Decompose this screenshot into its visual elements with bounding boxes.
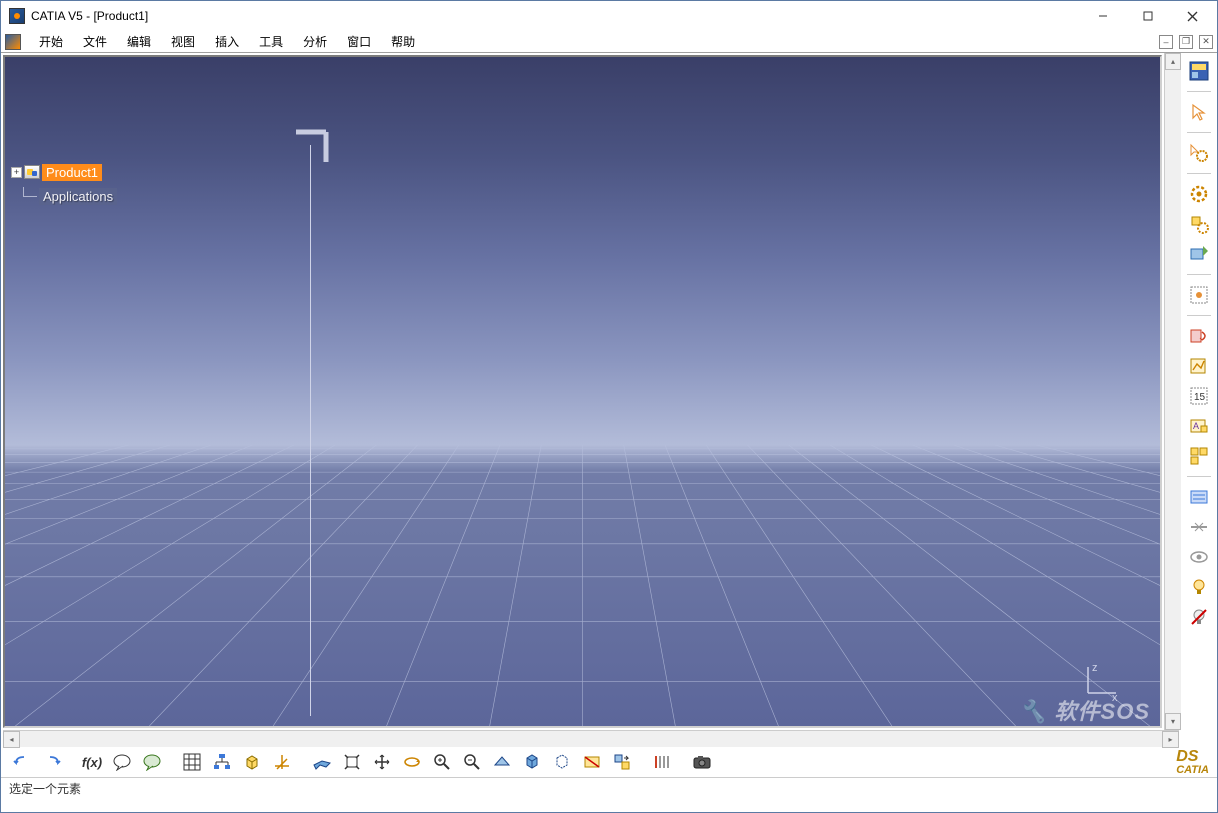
window-title: CATIA V5 - [Product1]	[31, 9, 1080, 23]
tree-expand-button[interactable]: +	[11, 167, 22, 178]
statusbar: 选定一个元素	[1, 777, 1217, 799]
fx-icon[interactable]: f(x)	[79, 750, 105, 774]
scroll-h-track[interactable]	[20, 731, 1162, 747]
menu-window[interactable]: 窗口	[337, 31, 381, 52]
tree-graph-icon[interactable]	[209, 750, 235, 774]
cursor-gear-icon[interactable]	[1187, 141, 1211, 165]
mdi-minimize-button[interactable]: –	[1159, 35, 1173, 49]
tree-child-label[interactable]: Applications	[39, 188, 117, 205]
close-button[interactable]	[1170, 2, 1215, 30]
tree-root-label[interactable]: Product1	[42, 164, 102, 181]
zoom-out-icon[interactable]	[459, 750, 485, 774]
menu-view[interactable]: 视图	[161, 31, 205, 52]
pattern-icon[interactable]	[1187, 444, 1211, 468]
overload-icon[interactable]: A	[1187, 414, 1211, 438]
zoom-in-icon[interactable]	[429, 750, 455, 774]
app-icon	[9, 8, 25, 24]
menu-help[interactable]: 帮助	[381, 31, 425, 52]
right-toolbar: 15 A	[1181, 53, 1217, 747]
graph-icon[interactable]	[1187, 354, 1211, 378]
grid-icon[interactable]	[179, 750, 205, 774]
snapshot-icon[interactable]	[689, 750, 715, 774]
compass-bracket-icon[interactable]	[291, 127, 331, 167]
3d-viewport[interactable]: + Product1 Applications z x	[3, 55, 1162, 728]
status-text: 选定一个元素	[9, 780, 81, 797]
minimize-button[interactable]	[1080, 2, 1125, 30]
floor-grid	[5, 445, 1160, 726]
hide-show-icon[interactable]	[579, 750, 605, 774]
cursor-icon[interactable]	[1187, 100, 1211, 124]
scroll-up-button[interactable]: ▴	[1165, 53, 1181, 70]
menu-edit[interactable]: 编辑	[117, 31, 161, 52]
vertical-guideline	[310, 145, 311, 716]
menu-analyze[interactable]: 分析	[293, 31, 337, 52]
scroll-left-button[interactable]: ◂	[3, 731, 20, 748]
rotate-icon[interactable]	[399, 750, 425, 774]
plane-icon[interactable]	[309, 750, 335, 774]
axis-x-label: x	[1112, 692, 1118, 703]
maximize-button[interactable]	[1125, 2, 1170, 30]
fit-icon[interactable]	[339, 750, 365, 774]
mdi-restore-button[interactable]: ❐	[1179, 35, 1193, 49]
menu-file[interactable]: 文件	[73, 31, 117, 52]
undo-icon[interactable]	[9, 750, 35, 774]
horizontal-scrollbar[interactable]: ◂ ▸	[3, 730, 1179, 747]
axis-icon[interactable]	[269, 750, 295, 774]
scroll-v-track[interactable]	[1165, 70, 1181, 713]
specification-tree[interactable]: + Product1 Applications	[11, 162, 117, 210]
multi-view-icon[interactable]	[519, 750, 545, 774]
svg-text:A: A	[1193, 421, 1199, 431]
assembly-gear-icon[interactable]	[1187, 212, 1211, 236]
close-icon	[1187, 11, 1198, 22]
swap-icon[interactable]	[609, 750, 635, 774]
catia-logo: DS CATIA	[1176, 749, 1209, 776]
lightbulb-off-icon[interactable]	[1187, 605, 1211, 629]
minimize-icon	[1098, 11, 1108, 21]
axis-indicator: z x	[1076, 663, 1120, 706]
pan-icon[interactable]	[369, 750, 395, 774]
lightbulb-icon[interactable]	[1187, 575, 1211, 599]
menu-start[interactable]: 开始	[29, 31, 73, 52]
menu-tools[interactable]: 工具	[249, 31, 293, 52]
axis-z-label: z	[1092, 663, 1098, 674]
tree-root-row[interactable]: + Product1	[11, 162, 117, 182]
component-gear-icon[interactable]	[1187, 182, 1211, 206]
tree-connector	[23, 187, 37, 197]
eye-icon[interactable]	[1187, 545, 1211, 569]
view-mode-icon[interactable]	[1187, 515, 1211, 539]
redo-icon[interactable]	[39, 750, 65, 774]
replace-icon[interactable]	[1187, 324, 1211, 348]
settings-panel-icon[interactable]	[1187, 59, 1211, 83]
constraint-icon[interactable]	[1187, 283, 1211, 307]
normal-view-icon[interactable]	[489, 750, 515, 774]
tree-child-row[interactable]: Applications	[11, 186, 117, 206]
maximize-icon	[1143, 11, 1153, 21]
menu-insert[interactable]: 插入	[205, 31, 249, 52]
shading-box-icon[interactable]	[549, 750, 575, 774]
chat2-icon[interactable]	[139, 750, 165, 774]
mdi-close-button[interactable]: ✕	[1199, 35, 1213, 49]
number-icon[interactable]: 15	[1187, 384, 1211, 408]
svg-text:15: 15	[1194, 392, 1206, 403]
workspace: + Product1 Applications z x	[1, 53, 1217, 747]
titlebar: CATIA V5 - [Product1]	[1, 1, 1217, 31]
insert-component-icon[interactable]	[1187, 242, 1211, 266]
scroll-down-button[interactable]: ▾	[1165, 713, 1181, 730]
menubar-app-icon[interactable]	[5, 34, 21, 50]
menubar: 开始 文件 编辑 视图 插入 工具 分析 窗口 帮助 – ❐ ✕	[1, 31, 1217, 53]
vertical-scrollbar[interactable]: ▴ ▾	[1164, 53, 1181, 730]
bottom-toolbar: f(x) DS CATIA	[1, 747, 1217, 777]
chat-icon[interactable]	[109, 750, 135, 774]
product-icon	[24, 165, 40, 179]
box-icon[interactable]	[239, 750, 265, 774]
scroll-right-button[interactable]: ▸	[1162, 731, 1179, 748]
layers-icon[interactable]	[649, 750, 675, 774]
show-hide-icon[interactable]	[1187, 485, 1211, 509]
